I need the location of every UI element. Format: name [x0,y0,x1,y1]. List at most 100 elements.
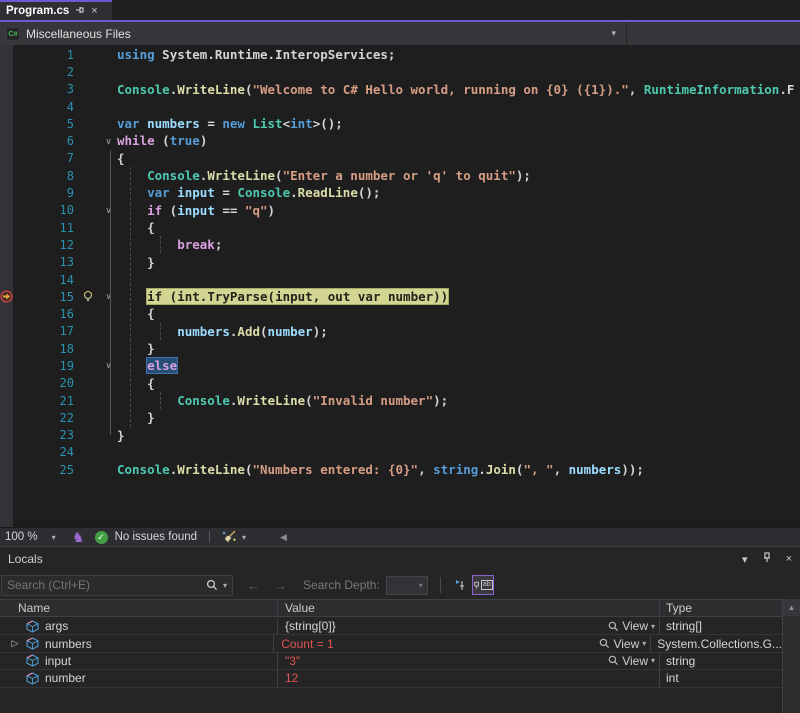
code-line-24[interactable]: 24 [0,444,800,461]
breakpoint-gutter-cell[interactable] [0,63,13,80]
code-line-10[interactable]: 10∨if (input == "q") [0,202,800,219]
code-line-9[interactable]: 9var input = Console.ReadLine(); [0,184,800,201]
indicator-icon[interactable]: ♞ [72,529,85,546]
breakpoint-gutter-cell[interactable] [0,81,13,98]
code-text[interactable]: { [117,305,800,322]
breakpoint-gutter-cell[interactable] [0,409,13,426]
breakpoint-gutter-cell[interactable] [0,46,13,63]
code-text[interactable]: { [117,150,800,167]
project-dropdown[interactable]: C# Miscellaneous Files ▾ [0,22,627,45]
breakpoint-gutter-cell[interactable] [0,305,13,322]
tab-program-cs[interactable]: Program.cs × [0,0,112,20]
code-line-17[interactable]: 17numbers.Add(number); [0,323,800,340]
search-forward-icon[interactable]: → [274,578,287,593]
value-cell[interactable]: 12 [278,670,660,686]
code-text[interactable]: Console.WriteLine("Invalid number"); [117,392,800,409]
value-cell[interactable]: Count = 1View▾ [274,635,651,651]
breakpoint-gutter-cell[interactable] [0,340,13,357]
breakpoint-gutter-cell[interactable] [0,150,13,167]
code-line-14[interactable]: 14 [0,271,800,288]
view-dropdown[interactable]: View▾ [599,637,646,651]
breakpoint-gutter-cell[interactable] [0,167,13,184]
code-line-18[interactable]: 18} [0,340,800,357]
search-depth-select[interactable]: ▾ [386,576,428,595]
member-dropdown[interactable] [627,22,800,45]
close-icon[interactable]: × [786,553,792,565]
name-cell[interactable]: input [0,653,278,669]
pin-icon[interactable] [75,5,85,18]
scroll-up-arrow[interactable]: ▲ [783,599,800,616]
breakpoint-gutter-cell[interactable] [0,98,13,115]
code-line-25[interactable]: 25Console.WriteLine("Numbers entered: {0… [0,461,800,478]
view-dropdown[interactable]: View▾ [608,619,655,633]
code-text[interactable]: Console.WriteLine("Numbers entered: {0}"… [117,461,800,478]
code-text[interactable]: Console.WriteLine("Welcome to C# Hello w… [117,81,800,98]
breakpoint-gutter-cell[interactable] [0,219,13,236]
code-text[interactable]: } [117,340,800,357]
code-text[interactable]: Console.WriteLine("Enter a number or 'q'… [117,167,800,184]
vertical-scrollbar[interactable]: ▲ [782,599,800,713]
code-text[interactable]: { [117,375,800,392]
pinnable-properties-toggle[interactable]: ab [472,575,494,595]
close-icon[interactable]: × [91,6,97,17]
code-line-3[interactable]: 3Console.WriteLine("Welcome to C# Hello … [0,81,800,98]
expand-arrow-icon[interactable]: ▷ [8,638,22,649]
breakpoint-gutter-cell[interactable] [0,444,13,461]
locals-row-args[interactable]: args{string[0]}View▾string[] [0,618,782,635]
fold-chevron-icon[interactable]: ∨ [100,205,117,216]
code-line-19[interactable]: 19∨else [0,357,800,374]
code-text[interactable]: var numbers = new List<int>(); [117,115,800,132]
code-line-8[interactable]: 8Console.WriteLine("Enter a number or 'q… [0,167,800,184]
breakpoint-gutter-cell[interactable] [0,427,13,444]
code-text[interactable]: if (input == "q") [117,202,800,219]
code-line-5[interactable]: 5var numbers = new List<int>(); [0,115,800,132]
breakpoint-gutter-cell[interactable] [0,375,13,392]
fold-chevron-icon[interactable]: ∨ [100,136,117,147]
code-line-15[interactable]: 15∨if (int.TryParse(input, out var numbe… [0,288,800,305]
code-line-4[interactable]: 4 [0,98,800,115]
breakpoint-gutter-cell[interactable] [0,461,13,478]
auto-hide-pin-icon[interactable] [762,552,772,566]
breakpoint-gutter-cell[interactable] [0,236,13,253]
breakpoint-gutter-cell[interactable] [0,323,13,340]
name-cell[interactable]: args [0,618,278,634]
code-text[interactable]: var input = Console.ReadLine(); [117,184,800,201]
search-box[interactable]: ▾ [1,575,233,596]
code-text[interactable]: } [117,254,800,271]
name-cell[interactable]: number [0,670,278,686]
lightbulb-icon[interactable] [82,290,94,303]
column-header-type[interactable]: Type [660,600,782,616]
flag-pin-button[interactable] [450,575,472,595]
code-text[interactable]: else [117,357,800,374]
hscroll-left-arrow[interactable]: ◀ [280,532,287,543]
code-editor[interactable]: 1using System.Runtime.InteropServices;23… [0,45,800,527]
name-cell[interactable]: ▷numbers [0,635,274,651]
value-cell[interactable]: "3"View▾ [278,653,660,669]
code-line-12[interactable]: 12break; [0,236,800,253]
code-line-23[interactable]: 23} [0,427,800,444]
breakpoint-gutter-cell[interactable] [0,132,13,149]
locals-row-input[interactable]: input"3"View▾string [0,653,782,670]
window-position-icon[interactable]: ▾ [742,553,748,566]
code-line-16[interactable]: 16{ [0,305,800,322]
code-line-11[interactable]: 11{ [0,219,800,236]
code-text[interactable]: } [117,409,800,426]
code-text[interactable]: numbers.Add(number); [117,323,800,340]
zoom-select[interactable]: 100 % ▾ [0,531,66,543]
code-line-20[interactable]: 20{ [0,375,800,392]
code-line-7[interactable]: 7{ [0,150,800,167]
breakpoint-gutter-cell[interactable] [0,202,13,219]
code-text[interactable]: } [117,427,800,444]
fold-chevron-icon[interactable]: ∨ [100,360,117,371]
code-text[interactable]: while (true) [117,132,800,149]
breakpoint-gutter-cell[interactable] [0,392,13,409]
breakpoint-gutter-cell[interactable] [0,271,13,288]
current-statement-arrow-icon[interactable] [0,290,13,303]
search-input[interactable] [7,578,206,592]
code-text[interactable]: using System.Runtime.InteropServices; [117,46,800,63]
code-line-13[interactable]: 13} [0,254,800,271]
breakpoint-gutter-cell[interactable] [0,184,13,201]
code-line-6[interactable]: 6∨while (true) [0,132,800,149]
breakpoint-gutter-cell[interactable] [0,288,13,305]
locals-row-number[interactable]: number12int [0,670,782,687]
